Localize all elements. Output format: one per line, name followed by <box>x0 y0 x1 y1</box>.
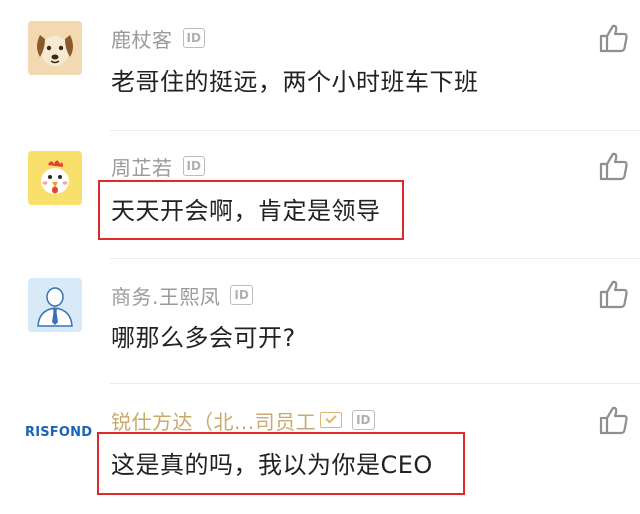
thumbs-up-icon[interactable] <box>598 22 630 54</box>
comment-meta: 鹿杖客 ID <box>111 24 205 53</box>
thumbs-up-icon[interactable] <box>598 404 630 436</box>
dog-icon <box>28 21 82 75</box>
id-badge: ID <box>352 410 375 430</box>
id-badge: ID <box>230 285 253 305</box>
verified-badge-icon <box>320 412 343 428</box>
highlight-box <box>97 432 465 495</box>
avatar[interactable] <box>28 21 82 75</box>
chicken-icon <box>28 151 82 205</box>
highlight-box <box>98 180 404 240</box>
id-badge: ID <box>182 156 205 176</box>
username[interactable]: 商务.王熙凤 <box>111 281 220 310</box>
divider <box>110 130 640 131</box>
id-badge: ID <box>182 28 205 48</box>
person-icon <box>28 278 82 332</box>
comment-meta: 商务.王熙凤 ID <box>111 281 253 310</box>
username[interactable]: 锐仕方达（北...司员工 <box>111 406 316 435</box>
comment-text: 老哥住的挺远，两个小时班车下班 <box>111 68 479 96</box>
company-logo[interactable]: RISFOND <box>25 425 92 440</box>
avatar[interactable] <box>28 151 82 205</box>
divider <box>110 258 640 259</box>
thumbs-up-icon[interactable] <box>598 150 630 182</box>
avatar[interactable] <box>28 278 82 332</box>
comment-text: 哪那么多会可开? <box>111 324 296 352</box>
divider <box>110 383 640 384</box>
comment-meta: 锐仕方达（北...司员工 ID <box>111 406 375 435</box>
username[interactable]: 鹿杖客 <box>111 24 173 53</box>
comment-meta: 周芷若 ID <box>111 152 205 181</box>
thumbs-up-icon[interactable] <box>598 278 630 310</box>
username[interactable]: 周芷若 <box>111 152 173 181</box>
